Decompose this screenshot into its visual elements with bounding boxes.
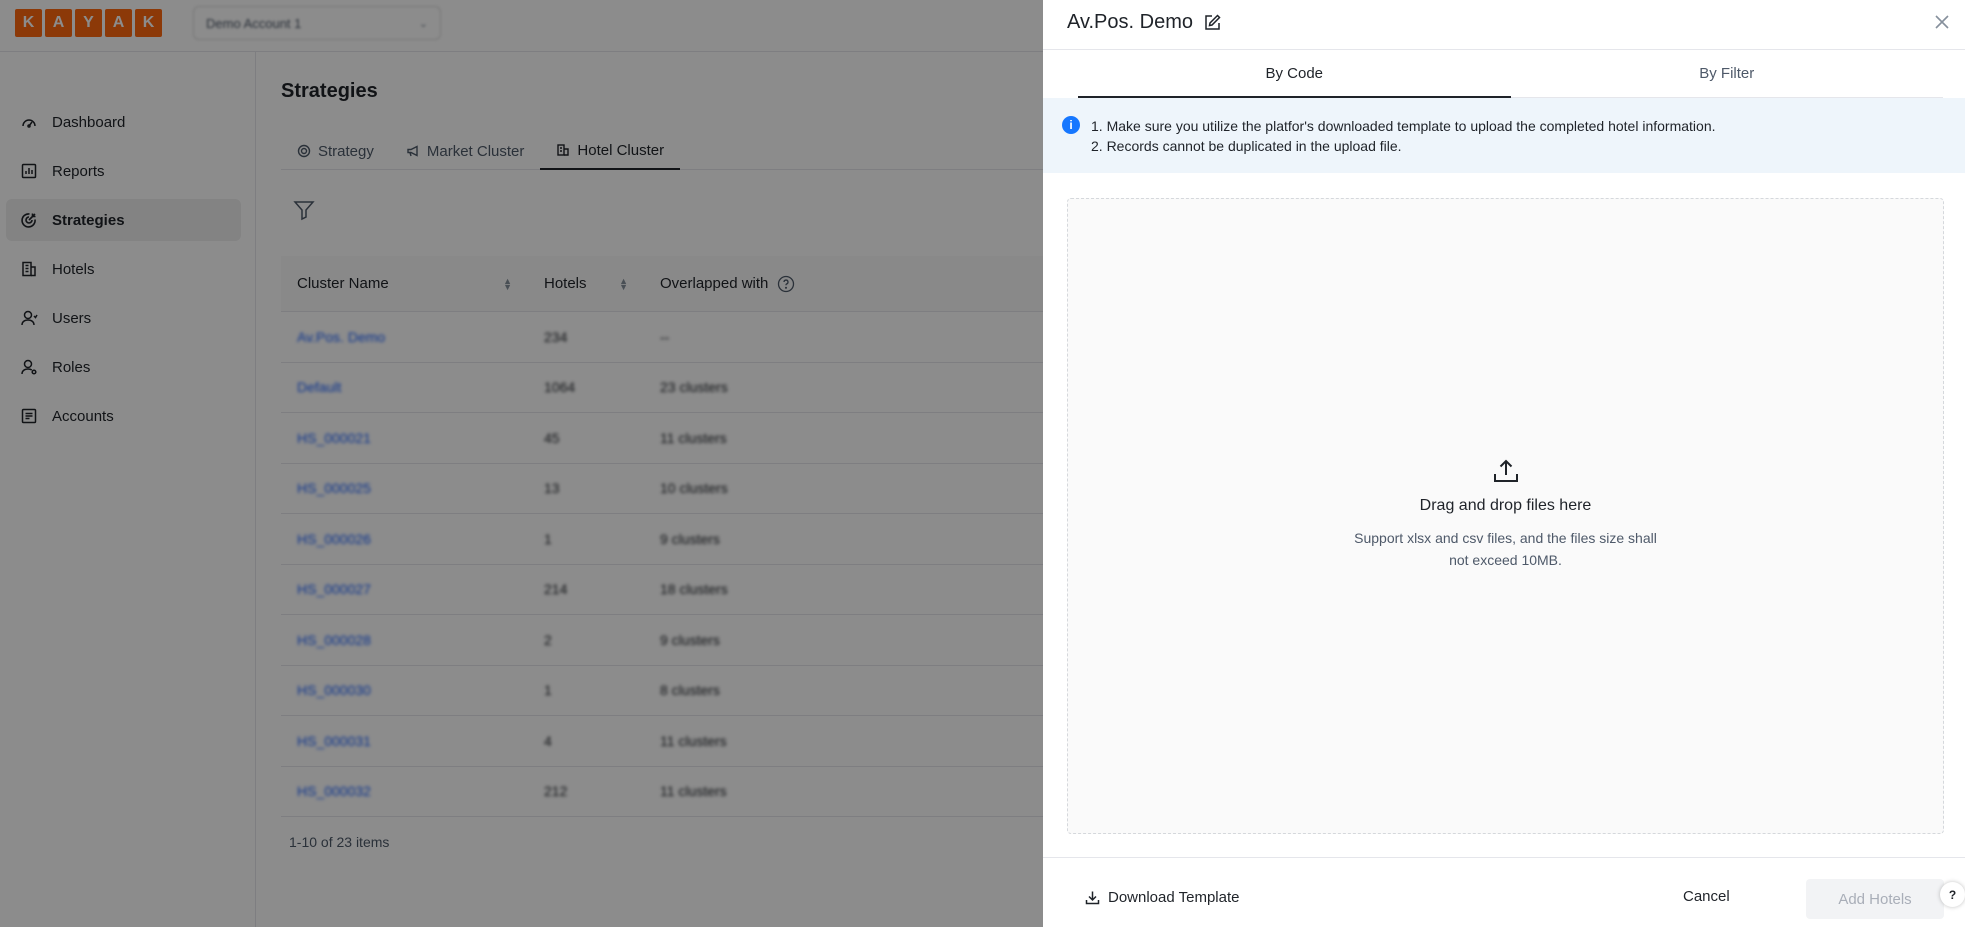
- download-template-label: Download Template: [1108, 889, 1240, 906]
- add-hotels-button[interactable]: Add Hotels: [1806, 879, 1944, 919]
- upload-hotels-drawer: Av.Pos. Demo By Code By Filter i 1. Make…: [1043, 0, 1965, 927]
- download-icon: [1085, 890, 1100, 905]
- file-dropzone[interactable]: Drag and drop files here Support xlsx an…: [1067, 198, 1944, 834]
- drawer-footer: Download Template Cancel Add Hotels ?: [1043, 857, 1965, 927]
- drawer-header: Av.Pos. Demo: [1043, 0, 1965, 50]
- info-icon: i: [1062, 116, 1080, 134]
- info-line: 2. Records cannot be duplicated in the u…: [1091, 138, 1402, 154]
- cancel-button[interactable]: Cancel: [1683, 888, 1730, 905]
- download-template-button[interactable]: Download Template: [1085, 889, 1239, 906]
- help-floating-button[interactable]: ?: [1940, 882, 1965, 907]
- drawer-title: Av.Pos. Demo: [1067, 11, 1222, 34]
- upload-icon: [1492, 457, 1520, 485]
- tab-by-filter[interactable]: By Filter: [1511, 50, 1944, 97]
- dropzone-subtitle: Support xlsx and csv files, and the file…: [1354, 530, 1657, 568]
- close-icon[interactable]: [1933, 13, 1951, 31]
- dropzone-title: Drag and drop files here: [1419, 497, 1592, 514]
- info-line: 1. Make sure you utilize the platfor's d…: [1091, 118, 1716, 134]
- tab-by-code[interactable]: By Code: [1078, 50, 1511, 98]
- info-alert: i 1. Make sure you utilize the platfor's…: [1043, 98, 1965, 173]
- drawer-tabs: By Code By Filter: [1078, 50, 1943, 98]
- edit-icon[interactable]: [1203, 13, 1222, 32]
- drawer-title-text: Av.Pos. Demo: [1067, 11, 1193, 33]
